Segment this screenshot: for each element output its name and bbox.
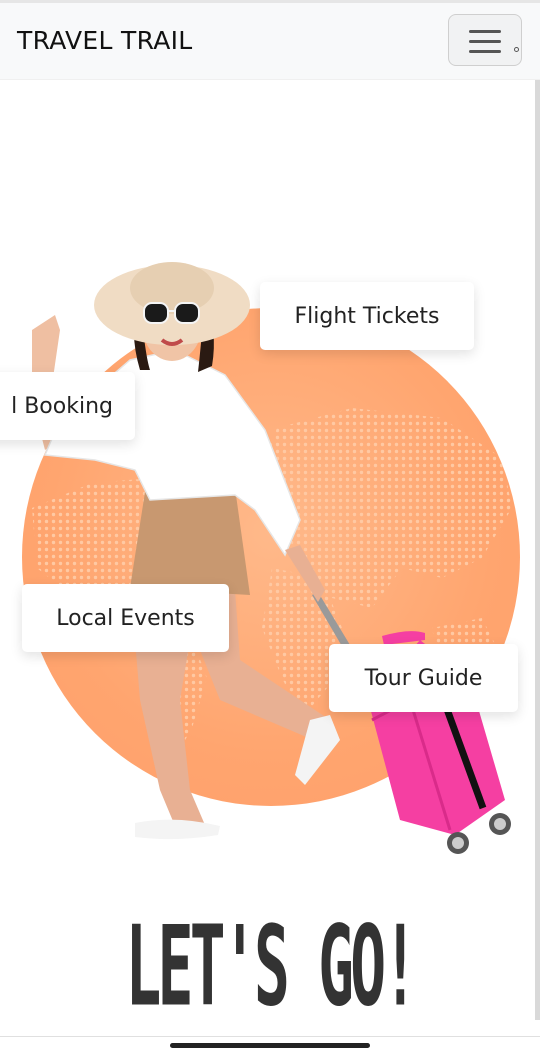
hero-headline: LET'S GO! xyxy=(125,902,418,1031)
flight-tickets-label: Flight Tickets xyxy=(294,303,440,329)
page: TRAVEL TRAIL Flight Tickets l Booking Lo… xyxy=(0,0,540,1058)
traveler-illustration xyxy=(32,262,511,854)
local-events-card[interactable]: Local Events xyxy=(22,584,229,652)
hotel-booking-card[interactable]: l Booking xyxy=(0,372,135,440)
home-indicator[interactable] xyxy=(170,1043,370,1048)
hotel-booking-label: l Booking xyxy=(11,393,113,419)
tour-guide-card[interactable]: Tour Guide xyxy=(329,644,518,712)
bottom-divider xyxy=(0,1036,540,1037)
flight-tickets-card[interactable]: Flight Tickets xyxy=(260,282,474,350)
suitcase-icon xyxy=(312,592,511,854)
tour-guide-label: Tour Guide xyxy=(364,665,483,691)
local-events-label: Local Events xyxy=(56,605,195,631)
